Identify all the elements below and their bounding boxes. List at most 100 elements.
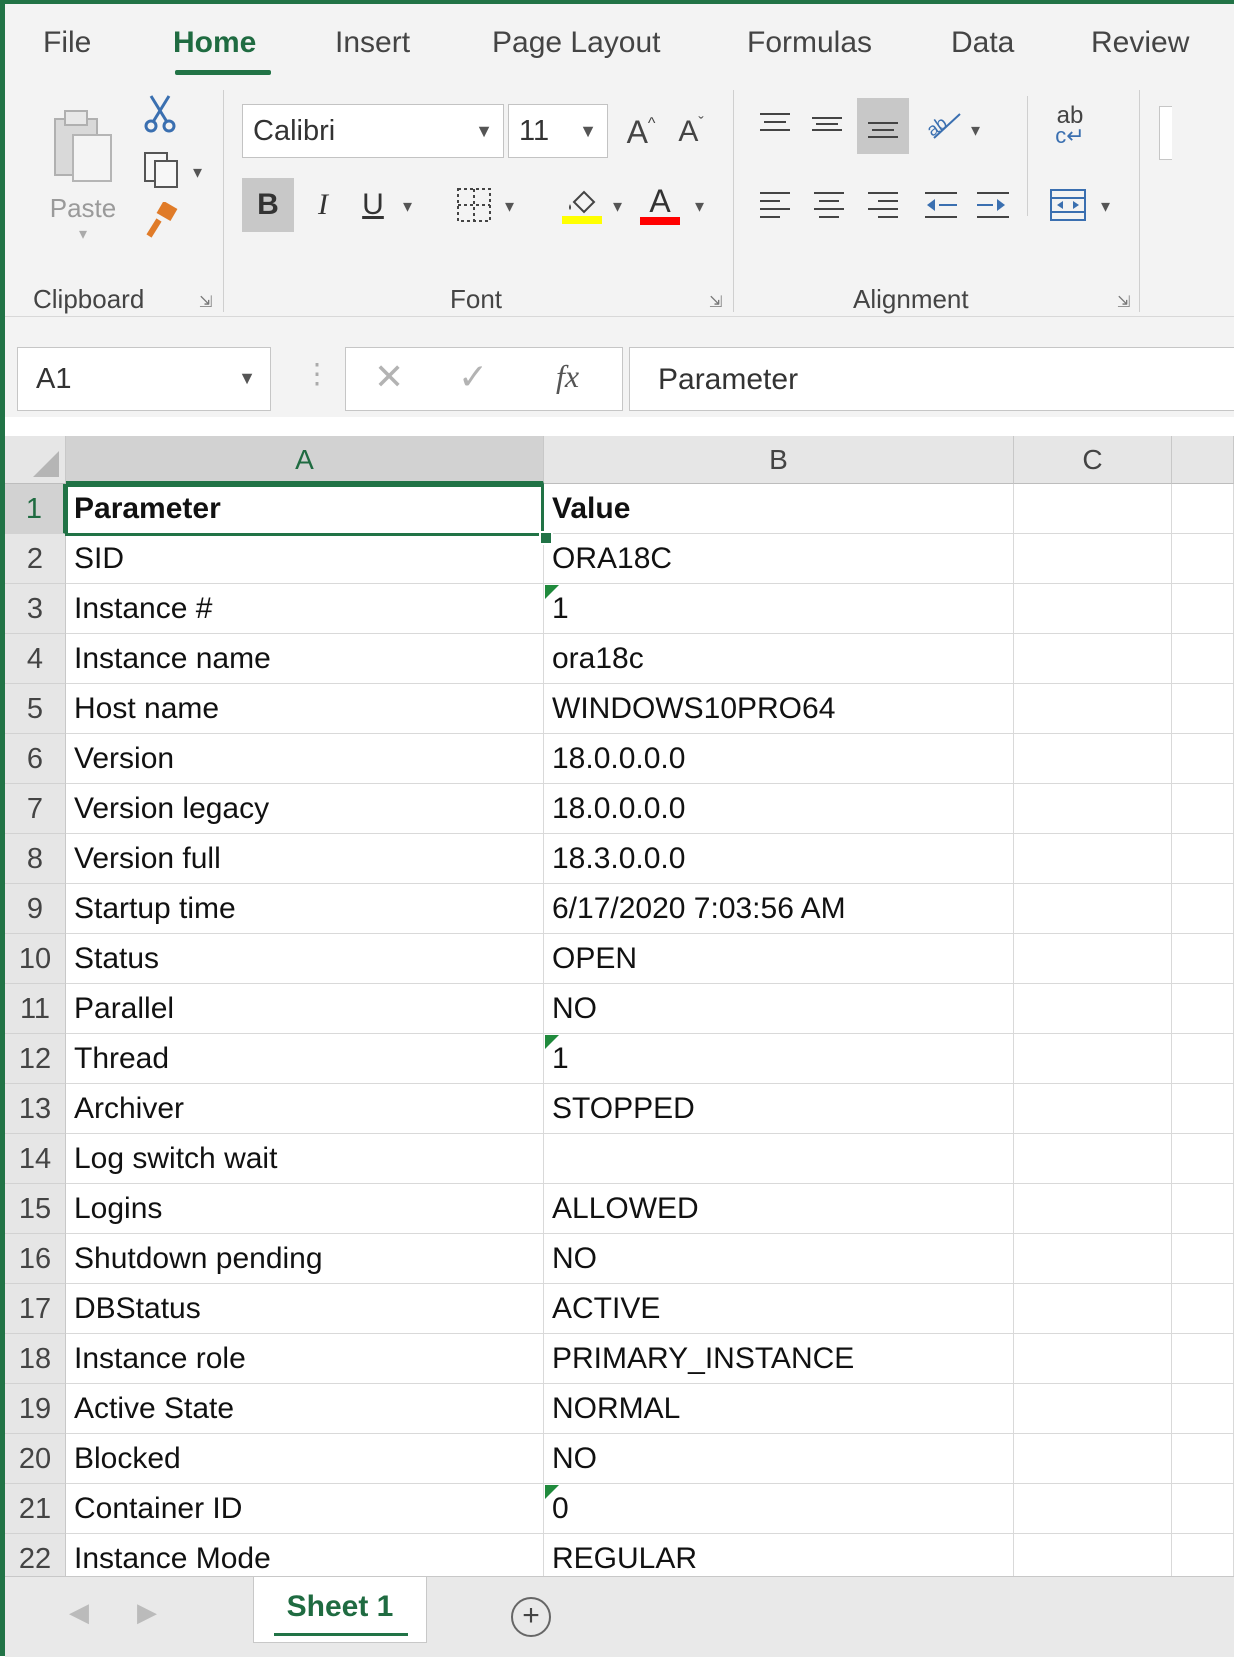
cell-b[interactable]: NO bbox=[544, 1434, 1014, 1484]
cell-b[interactable]: REGULAR bbox=[544, 1534, 1014, 1576]
tab-data[interactable]: Data bbox=[951, 26, 1014, 60]
row-header[interactable]: 14 bbox=[5, 1134, 66, 1184]
align-right-button[interactable] bbox=[859, 178, 907, 232]
cell-d[interactable] bbox=[1172, 1134, 1234, 1184]
formula-input[interactable]: Parameter bbox=[629, 347, 1234, 411]
column-header-c[interactable]: C bbox=[1014, 436, 1172, 484]
cell-a[interactable]: Container ID bbox=[66, 1484, 544, 1534]
row-header[interactable]: 16 bbox=[5, 1234, 66, 1284]
insert-function-icon[interactable]: fx bbox=[556, 358, 579, 395]
fill-handle[interactable] bbox=[539, 531, 553, 545]
cell-d[interactable] bbox=[1172, 634, 1234, 684]
cell-a[interactable]: Parameter bbox=[66, 484, 544, 534]
cell-d[interactable] bbox=[1172, 934, 1234, 984]
cell-c[interactable] bbox=[1014, 1334, 1172, 1384]
cell-a[interactable]: SID bbox=[66, 534, 544, 584]
number-format-combo[interactable] bbox=[1159, 106, 1172, 160]
cell-d[interactable] bbox=[1172, 834, 1234, 884]
enter-icon[interactable]: ✓ bbox=[458, 356, 488, 398]
column-header-a[interactable]: A bbox=[66, 436, 544, 484]
cell-a[interactable]: Status bbox=[66, 934, 544, 984]
cell-b[interactable] bbox=[544, 1134, 1014, 1184]
cell-a[interactable]: Blocked bbox=[66, 1434, 544, 1484]
cell-d[interactable] bbox=[1172, 1034, 1234, 1084]
row-header[interactable]: 1 bbox=[5, 484, 66, 534]
cell-c[interactable] bbox=[1014, 634, 1172, 684]
cell-c[interactable] bbox=[1014, 1534, 1172, 1576]
cell-c[interactable] bbox=[1014, 884, 1172, 934]
cell-d[interactable] bbox=[1172, 734, 1234, 784]
tab-page-layout[interactable]: Page Layout bbox=[492, 26, 660, 60]
formula-bar-grip-icon[interactable]: ⋮ bbox=[303, 357, 331, 390]
cell-b[interactable]: 18.3.0.0.0 bbox=[544, 834, 1014, 884]
cell-b[interactable]: ora18c bbox=[544, 634, 1014, 684]
row-header[interactable]: 12 bbox=[5, 1034, 66, 1084]
borders-dropdown-icon[interactable]: ▾ bbox=[505, 196, 514, 217]
cell-b[interactable]: NO bbox=[544, 1234, 1014, 1284]
cell-d[interactable] bbox=[1172, 1284, 1234, 1334]
cell-a[interactable]: Thread bbox=[66, 1034, 544, 1084]
cell-a[interactable]: Version legacy bbox=[66, 784, 544, 834]
fill-color-button[interactable] bbox=[557, 176, 607, 234]
cell-c[interactable] bbox=[1014, 934, 1172, 984]
top-align-button[interactable] bbox=[751, 98, 799, 150]
cell-c[interactable] bbox=[1014, 534, 1172, 584]
cell-c[interactable] bbox=[1014, 584, 1172, 634]
align-left-button[interactable] bbox=[751, 178, 799, 232]
cell-c[interactable] bbox=[1014, 484, 1172, 534]
next-sheet-icon[interactable]: ▶ bbox=[137, 1597, 157, 1628]
cell-a[interactable]: Log switch wait bbox=[66, 1134, 544, 1184]
cell-c[interactable] bbox=[1014, 1134, 1172, 1184]
cell-b[interactable]: 18.0.0.0.0 bbox=[544, 784, 1014, 834]
cell-b[interactable]: 6/17/2020 7:03:56 AM bbox=[544, 884, 1014, 934]
cell-c[interactable] bbox=[1014, 684, 1172, 734]
row-header[interactable]: 9 bbox=[5, 884, 66, 934]
cell-a[interactable]: Version full bbox=[66, 834, 544, 884]
borders-button[interactable] bbox=[449, 178, 499, 232]
cell-a[interactable]: Instance # bbox=[66, 584, 544, 634]
cell-c[interactable] bbox=[1014, 1484, 1172, 1534]
cell-d[interactable] bbox=[1172, 784, 1234, 834]
cell-b[interactable]: WINDOWS10PRO64 bbox=[544, 684, 1014, 734]
cell-d[interactable] bbox=[1172, 1384, 1234, 1434]
font-launcher-icon[interactable]: ⇲ bbox=[709, 292, 727, 311]
prev-sheet-icon[interactable]: ◀ bbox=[69, 1597, 89, 1628]
name-box[interactable]: A1 ▼ bbox=[17, 347, 271, 411]
row-header[interactable]: 15 bbox=[5, 1184, 66, 1234]
cell-b[interactable]: 1 bbox=[544, 1034, 1014, 1084]
increase-indent-button[interactable] bbox=[967, 178, 1019, 232]
row-header[interactable]: 18 bbox=[5, 1334, 66, 1384]
row-header[interactable]: 6 bbox=[5, 734, 66, 784]
cell-c[interactable] bbox=[1014, 1234, 1172, 1284]
copy-dropdown-icon[interactable]: ▾ bbox=[193, 162, 202, 183]
cut-button[interactable] bbox=[135, 92, 185, 136]
row-header[interactable]: 11 bbox=[5, 984, 66, 1034]
row-header[interactable]: 5 bbox=[5, 684, 66, 734]
cell-b[interactable]: ACTIVE bbox=[544, 1284, 1014, 1334]
number-as-text-indicator[interactable] bbox=[545, 585, 559, 599]
orientation-dropdown-icon[interactable]: ▾ bbox=[971, 120, 980, 141]
row-header[interactable]: 3 bbox=[5, 584, 66, 634]
cell-b[interactable]: 18.0.0.0.0 bbox=[544, 734, 1014, 784]
cell-a[interactable]: Instance role bbox=[66, 1334, 544, 1384]
cell-d[interactable] bbox=[1172, 984, 1234, 1034]
cell-c[interactable] bbox=[1014, 1084, 1172, 1134]
cell-b[interactable]: ORA18C bbox=[544, 534, 1014, 584]
fill-color-dropdown-icon[interactable]: ▾ bbox=[613, 196, 622, 217]
cell-a[interactable]: Host name bbox=[66, 684, 544, 734]
cell-b[interactable]: STOPPED bbox=[544, 1084, 1014, 1134]
tab-review[interactable]: Review bbox=[1091, 26, 1189, 60]
cell-a[interactable]: Parallel bbox=[66, 984, 544, 1034]
cell-d[interactable] bbox=[1172, 884, 1234, 934]
cell-c[interactable] bbox=[1014, 984, 1172, 1034]
cell-c[interactable] bbox=[1014, 1284, 1172, 1334]
cell-c[interactable] bbox=[1014, 1434, 1172, 1484]
copy-button[interactable] bbox=[133, 146, 189, 192]
font-family-combo[interactable]: Calibri ▼ bbox=[242, 104, 504, 158]
cell-a[interactable]: Instance Mode bbox=[66, 1534, 544, 1576]
cell-a[interactable]: Version bbox=[66, 734, 544, 784]
row-header[interactable]: 19 bbox=[5, 1384, 66, 1434]
cell-b[interactable]: ALLOWED bbox=[544, 1184, 1014, 1234]
column-header-b[interactable]: B bbox=[544, 436, 1014, 484]
cell-b[interactable]: NORMAL bbox=[544, 1384, 1014, 1434]
